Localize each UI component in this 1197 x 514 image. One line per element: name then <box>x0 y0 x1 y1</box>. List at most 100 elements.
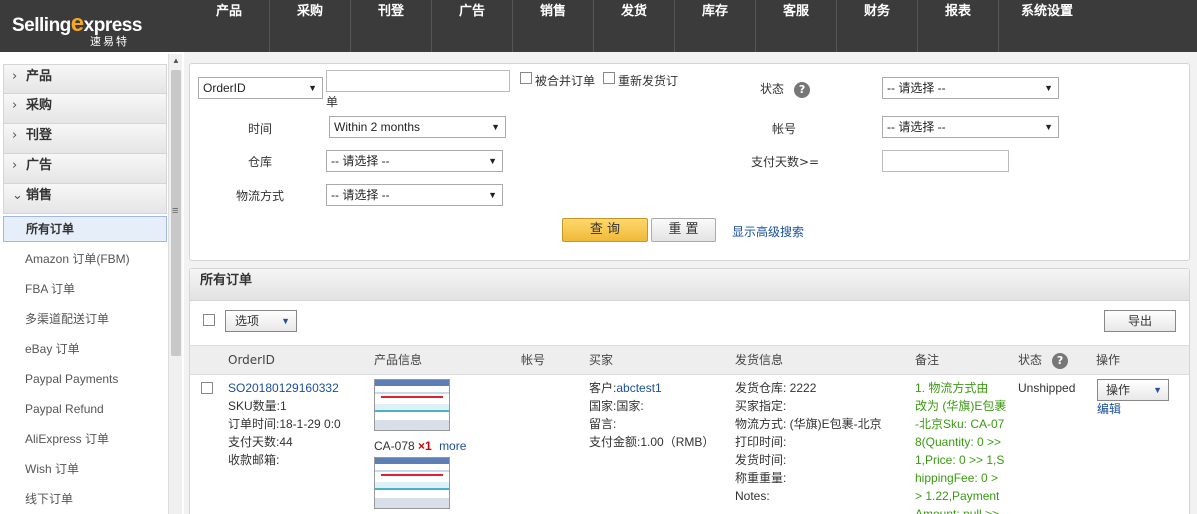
buyer-country: 国家:国家: <box>589 399 644 413</box>
sidebar-item-fba[interactable]: FBA 订单 <box>3 274 167 304</box>
nav-item-inventory[interactable]: 库存 <box>675 0 756 52</box>
sidebar-section-sales[interactable]: ⌄ 销售 <box>3 184 167 214</box>
advanced-search-link[interactable]: 显示高级搜索 <box>732 223 804 240</box>
nav-item-service[interactable]: 客服 <box>756 0 837 52</box>
remark-line: Amount: null >> <box>915 507 1000 514</box>
ship-print-time: 打印时间: <box>735 435 787 449</box>
col-header-buyer: 买家 <box>589 353 614 367</box>
sidebar-item-offline[interactable]: 线下订单 <box>3 484 167 514</box>
reset-button[interactable]: 重 置 <box>651 218 716 242</box>
nav-item-settings[interactable]: 系统设置 <box>999 0 1095 52</box>
time-select-value: Within 2 months <box>334 120 421 134</box>
main-nav: 产品 采购 刊登 广告 销售 发货 库存 客服 财务 报表 系统设置 <box>189 0 1095 52</box>
search-field-suffix: 单 <box>326 95 339 109</box>
account-select[interactable]: -- 请选择 -- ▼ <box>882 116 1059 138</box>
warehouse-filter-label: 仓库 <box>248 155 273 169</box>
sidebar-scrollbar[interactable]: ▲ <box>168 54 182 514</box>
pay-days-label: 支付天数>= <box>751 155 820 169</box>
dropdown-arrow-icon: ▼ <box>1044 122 1053 132</box>
search-panel: OrderID ▼ 单 被合并订单 重新发货订 状态? -- 请选择 -- ▼ 时间… <box>189 63 1190 261</box>
dropdown-arrow-icon: ▼ <box>308 83 317 93</box>
scroll-up-icon[interactable]: ▲ <box>172 56 180 65</box>
account-select-value: -- 请选择 -- <box>887 120 946 134</box>
search-field-value: OrderID <box>203 81 246 95</box>
nav-item-ads[interactable]: 广告 <box>432 0 513 52</box>
chevron-right-icon: › <box>12 158 18 173</box>
action-dropdown[interactable]: 操作 ▼ <box>1097 379 1169 401</box>
col-header-shipping: 发货信息 <box>735 353 784 367</box>
sidebar-section-listing[interactable]: › 刊登 <box>3 124 167 154</box>
order-id-link[interactable]: SO20180129160332 <box>228 379 368 397</box>
nav-item-finance[interactable]: 财务 <box>837 0 918 52</box>
remark-line: 改为 (华旗)E包裹 <box>915 399 1007 413</box>
search-input[interactable] <box>326 70 510 92</box>
product-thumbnail[interactable] <box>374 457 450 509</box>
col-header-action: 操作 <box>1096 353 1121 367</box>
warehouse-select[interactable]: -- 请选择 -- ▼ <box>326 150 503 172</box>
orders-panel: 所有订单 选项 ▼ 导出 OrderID 产品信息 帐号 买家 发货信息 备注 状… <box>189 268 1190 514</box>
status-select[interactable]: -- 请选择 -- ▼ <box>882 77 1059 99</box>
query-button[interactable]: 查 询 <box>562 218 648 242</box>
nav-item-purchasing[interactable]: 采购 <box>270 0 351 52</box>
search-field-select[interactable]: OrderID ▼ <box>198 77 323 99</box>
sidebar-toggle-handle[interactable]: ≡ <box>172 205 178 217</box>
export-button[interactable]: 导出 <box>1104 310 1176 332</box>
sidebar-item-aliexpress[interactable]: AliExpress 订单 <box>3 424 167 454</box>
account-filter-label: 帐号 <box>772 122 797 136</box>
dropdown-arrow-icon: ▼ <box>491 122 500 132</box>
product-sku-line: CA-078 ×1 more <box>374 437 466 455</box>
sidebar-item-paypal-refund[interactable]: Paypal Refund <box>3 394 167 424</box>
pay-days-input[interactable] <box>882 150 1009 172</box>
sidebar-section-purchasing[interactable]: › 采购 <box>3 94 167 124</box>
status-value: Unshipped <box>1018 381 1076 395</box>
merged-orders-checkbox[interactable] <box>520 72 532 84</box>
buyer-message: 留言: <box>589 417 617 431</box>
ship-method: 物流方式: (华旗)E包裹-北京 <box>735 417 882 431</box>
sidebar-item-all-orders[interactable]: 所有订单 <box>3 216 167 242</box>
dropdown-arrow-icon: ▼ <box>1044 83 1053 93</box>
top-nav-bar: Sellingexpress 速易特 产品 采购 刊登 广告 销售 发货 库存 … <box>0 0 1197 52</box>
help-icon[interactable]: ? <box>1052 353 1069 369</box>
ship-warehouse: 发货仓库: 2222 <box>735 381 817 395</box>
product-thumbnail[interactable] <box>374 379 450 431</box>
col-header-status: 状态? <box>1018 346 1069 374</box>
resend-orders-checkbox[interactable] <box>603 72 615 84</box>
nav-item-reports[interactable]: 报表 <box>918 0 999 52</box>
nav-item-shipping[interactable]: 发货 <box>594 0 675 52</box>
options-dropdown[interactable]: 选项 ▼ <box>225 310 297 332</box>
product-sku: CA-078 <box>374 439 415 453</box>
col-header-account: 帐号 <box>521 353 546 367</box>
ship-time: 发货时间: <box>735 453 787 467</box>
select-all-checkbox[interactable] <box>203 314 215 326</box>
sidebar-item-wish[interactable]: Wish 订单 <box>3 454 167 484</box>
sidebar-item-ebay[interactable]: eBay 订单 <box>3 334 167 364</box>
time-select[interactable]: Within 2 months ▼ <box>329 116 506 138</box>
sidebar-section-label: 刊登 <box>26 128 53 143</box>
sidebar-section-products[interactable]: › 产品 <box>3 64 167 94</box>
order-info-cell: SO20180129160332 SKU数量:1 订单时间:18-1-29 0:… <box>228 379 368 469</box>
col-header-remark: 备注 <box>915 353 940 367</box>
warehouse-select-value: -- 请选择 -- <box>331 154 390 168</box>
chevron-right-icon: › <box>12 98 18 113</box>
buyer-name-link[interactable]: abctest1 <box>616 381 661 395</box>
sidebar-section-ads[interactable]: › 广告 <box>3 154 167 184</box>
col-header-product: 产品信息 <box>374 353 423 367</box>
selling-express-logo[interactable]: Sellingexpress 速易特 <box>12 8 162 48</box>
sidebar-item-amazon-fbm[interactable]: Amazon 订单(FBM) <box>3 244 167 274</box>
dropdown-arrow-icon: ▼ <box>488 190 497 200</box>
product-more-link[interactable]: more <box>439 439 466 453</box>
sidebar-item-multichannel[interactable]: 多渠道配送订单 <box>3 304 167 334</box>
nav-item-listing[interactable]: 刊登 <box>351 0 432 52</box>
help-icon[interactable]: ? <box>794 82 811 98</box>
nav-item-products[interactable]: 产品 <box>189 0 270 52</box>
remark-line: -北京Sku: CA-07 <box>915 417 1005 431</box>
edit-link[interactable]: 编辑 <box>1097 400 1121 418</box>
merged-orders-label: 被合并订单 <box>535 74 596 88</box>
col-header-orderid[interactable]: OrderID <box>228 346 275 374</box>
pay-email: 收款邮箱: <box>228 453 280 467</box>
shipping-method-select[interactable]: -- 请选择 -- ▼ <box>326 184 503 206</box>
sidebar-item-paypal-payments[interactable]: Paypal Payments <box>3 364 167 394</box>
nav-item-sales[interactable]: 销售 <box>513 0 594 52</box>
row-checkbox[interactable] <box>201 382 213 394</box>
remark-line: 8(Quantity: 0 >> <box>915 435 1002 449</box>
